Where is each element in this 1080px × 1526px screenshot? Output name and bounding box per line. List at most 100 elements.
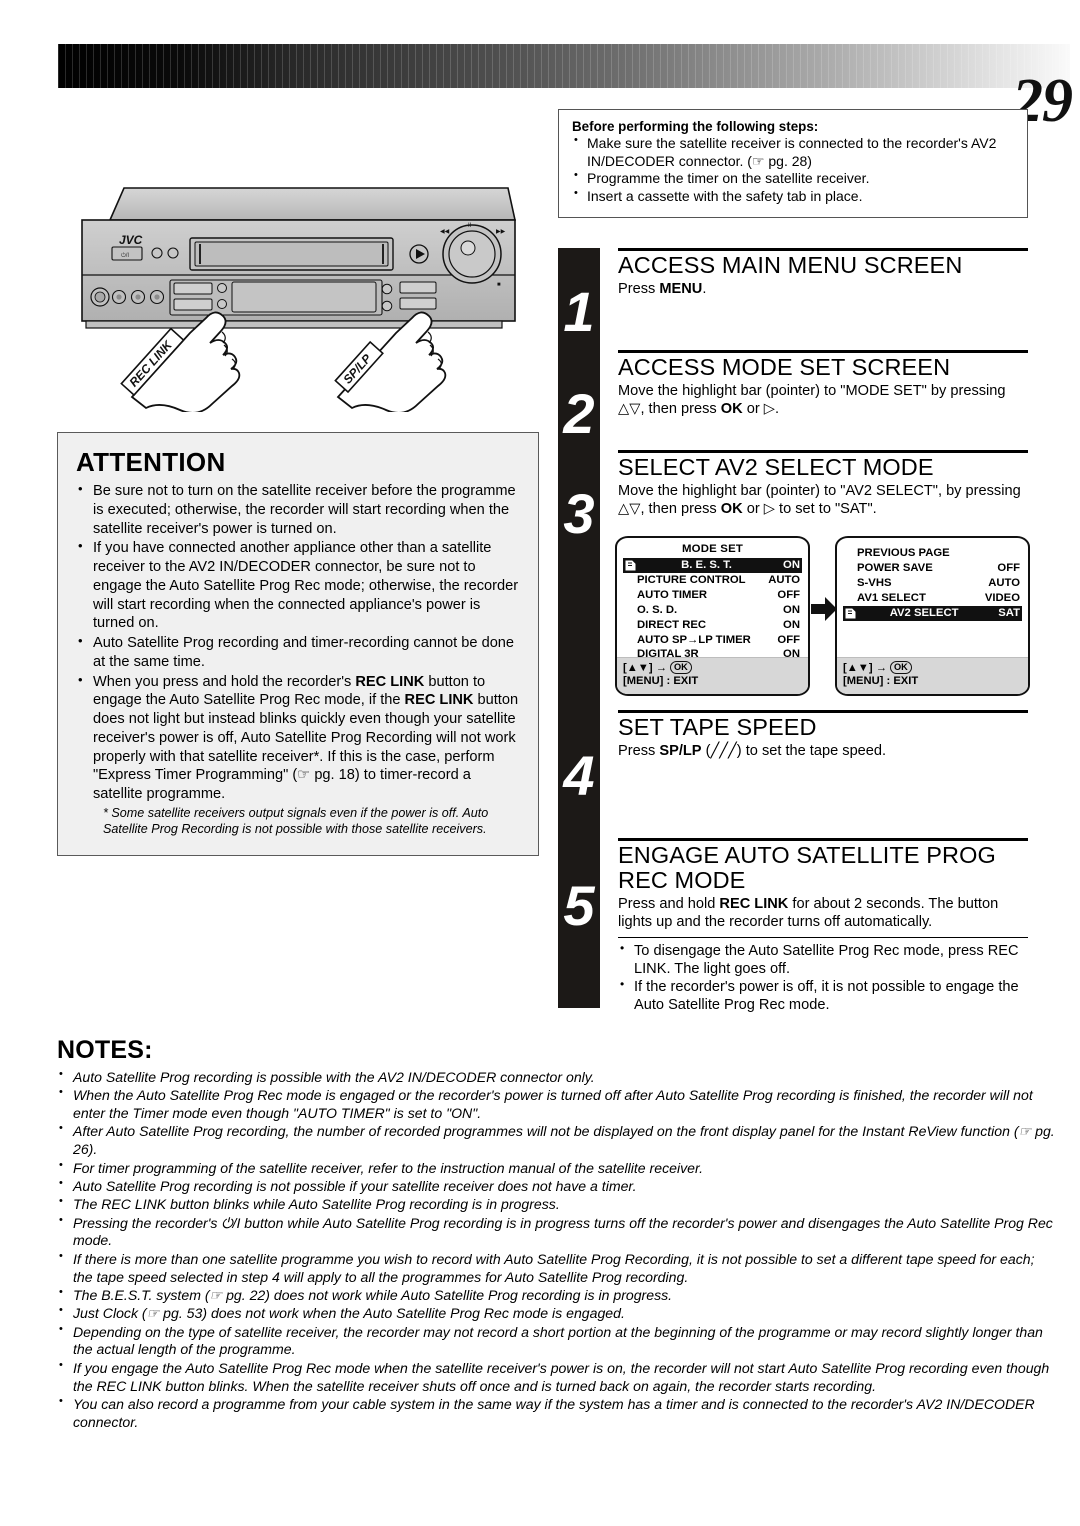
step-4-rule [618, 710, 1028, 713]
before-steps-title: Before performing the following steps: [572, 119, 819, 134]
svg-text:⏻/I: ⏻/I [121, 252, 129, 259]
step-4-desc-pre: Press [618, 742, 660, 759]
attention-list: Be sure not to turn on the satellite rec… [76, 481, 522, 838]
list-item: Pressing the recorder's ⏻/I button while… [57, 1214, 1057, 1251]
osd-value: ON [783, 559, 800, 571]
osd-row-picture-control[interactable]: PICTURE CONTROL AUTO [623, 573, 802, 588]
osd-left-title: MODE SET [681, 543, 744, 555]
svg-text:▶▶: ▶▶ [496, 229, 506, 235]
step-1-desc-bold: MENU [659, 280, 703, 297]
step-5-subrule [618, 936, 1028, 938]
list-item: For timer programming of the satellite r… [57, 1159, 1057, 1178]
osd-screens: MODE SET B. E. S. T. ON PICTURE CONTROL … [615, 536, 1030, 696]
step-1-desc-post: . [702, 280, 707, 297]
list-item: Auto Satellite Prog recording is not pos… [57, 1177, 1057, 1196]
osd-label: O. S. D. [637, 603, 678, 616]
svg-text:II: II [468, 223, 472, 229]
step-3-desc-bold: OK [720, 500, 743, 517]
header-stripes [58, 44, 1070, 88]
step-2-desc-pre: Move the highlight bar (pointer) to "MOD… [618, 382, 1006, 417]
flow-arrow-icon [811, 596, 837, 627]
list-item-rec-link: When you press and hold the recorder's R… [76, 671, 522, 838]
osd-row-av2-select[interactable]: AV2 SELECT SAT [843, 605, 1022, 621]
list-item: If the recorder's power is off, it is no… [618, 977, 1028, 1014]
step-4-title: SET TAPE SPEED [618, 714, 817, 740]
list-item: Auto Satellite Prog recording and timer-… [76, 633, 522, 672]
step-3-rule [618, 450, 1028, 453]
attention-title: ATTENTION [76, 447, 226, 477]
step-5-desc: Press and hold REC LINK for about 2 seco… [618, 896, 1028, 932]
svg-text:◀◀: ◀◀ [440, 229, 450, 235]
osd-foot-prefix: [▲▼] → [623, 661, 671, 674]
step-number-1: 1 [563, 280, 595, 343]
step-3-desc: Move the highlight bar (pointer) to "AV2… [618, 483, 1028, 519]
list-item: Depending on the type of satellite recei… [57, 1323, 1057, 1360]
osd-foot-prefix: [▲▼] → [843, 661, 891, 674]
step-number-2: 2 [563, 382, 595, 445]
list-item: The B.E.S.T. system (☞ pg. 22) does not … [57, 1286, 1057, 1305]
list-item: Auto Satellite Prog recording is possibl… [57, 1068, 1057, 1087]
step-number-5: 5 [563, 874, 595, 937]
svg-text:■: ■ [497, 282, 501, 288]
osd-label: AV1 SELECT [857, 591, 926, 604]
list-item: You can also record a programme from you… [57, 1395, 1057, 1432]
osd-value: AUTO [988, 576, 1020, 589]
osd-left-foot-line2: [MENU] : EXIT [623, 675, 699, 688]
osd-row-auto-sp-lp-timer[interactable]: AUTO SP→LP TIMER OFF [623, 633, 802, 648]
osd-row-power-save[interactable]: POWER SAVE OFF [843, 561, 1022, 576]
step-4-desc: Press SP/LP (╱╱╱) to set the tape speed. [618, 743, 1028, 761]
osd-value: ON [783, 618, 800, 631]
osd-label: AUTO SP→LP TIMER [637, 633, 751, 646]
osd-row-direct-rec[interactable]: DIRECT REC ON [623, 618, 802, 633]
osd-value: VIDEO [984, 591, 1020, 604]
osd-right-title [837, 538, 1028, 546]
osd-mode-set-page2-screen: PREVIOUS PAGE POWER SAVE OFF S-VHS AUTO … [835, 536, 1030, 696]
osd-label: S-VHS [857, 576, 892, 589]
osd-label: PICTURE CONTROL [637, 573, 746, 586]
osd-row-s-vhs[interactable]: S-VHS AUTO [843, 576, 1022, 591]
vcr-front-panel-drawing: JVC ⏻/I II ◀◀ ▶▶ ■ REC LINK SP/LP [81, 187, 516, 412]
step-5-bullets: To disengage the Auto Satellite Prog Rec… [618, 941, 1028, 1015]
step-4: SET TAPE SPEED Press SP/LP (╱╱╱) to set … [618, 710, 1028, 838]
step-5-title: ENGAGE AUTO SATELLITE PROG REC MODE [618, 842, 996, 893]
ok-button-glyph: OK [890, 660, 912, 675]
step-2-desc: Move the highlight bar (pointer) to "MOD… [618, 383, 1028, 419]
step-2-desc-bold: OK [720, 400, 743, 417]
step-5-desc-bold: REC LINK [719, 895, 789, 912]
osd-row-av1-select[interactable]: AV1 SELECT VIDEO [843, 591, 1022, 606]
before-steps-box: Before performing the following steps: M… [558, 109, 1028, 218]
osd-row-previous-page[interactable]: PREVIOUS PAGE [843, 546, 1022, 561]
step-number-3: 3 [563, 482, 595, 545]
step-1-desc-pre: Press [618, 280, 660, 297]
osd-label: B. E. S. T. [681, 559, 732, 571]
att-part-0: When you press and hold the recorder's [93, 673, 356, 690]
list-item: Just Clock (☞ pg. 53) does not work when… [57, 1304, 1057, 1323]
osd-label: AV2 SELECT [889, 606, 959, 619]
osd-left-foot-line1: [▲▼] → OK [623, 660, 802, 676]
attention-footnote: * Some satellite receivers output signal… [103, 805, 489, 836]
ok-button-glyph: OK [670, 660, 692, 675]
attention-box: ATTENTION Be sure not to turn on the sat… [57, 432, 539, 856]
list-item: Be sure not to turn on the satellite rec… [76, 481, 522, 538]
osd-label: AUTO TIMER [637, 588, 708, 601]
osd-row-best[interactable]: B. E. S. T. ON [623, 558, 802, 573]
list-item: To disengage the Auto Satellite Prog Rec… [618, 941, 1028, 978]
osd-right-foot-line2: [MENU] : EXIT [843, 675, 919, 688]
notes-list: Auto Satellite Prog recording is possibl… [57, 1068, 1057, 1432]
osd-label: DIRECT REC [637, 618, 707, 631]
list-item: If you engage the Auto Satellite Prog Re… [57, 1359, 1057, 1396]
step-2-title: ACCESS MODE SET SCREEN [618, 354, 951, 380]
osd-value: OFF [777, 633, 800, 646]
list-item: When the Auto Satellite Prog Rec mode is… [57, 1086, 1057, 1123]
jvc-logo-text: JVC [119, 233, 143, 247]
osd-row-auto-timer[interactable]: AUTO TIMER OFF [623, 588, 802, 603]
notes-title: NOTES: [57, 1036, 153, 1064]
osd-value: ON [783, 603, 800, 616]
step-5: ENGAGE AUTO SATELLITE PROG REC MODE Pres… [618, 838, 1028, 1015]
page-header-band: 29 [58, 44, 1073, 132]
step-2: ACCESS MODE SET SCREEN Move the highligh… [618, 350, 1028, 450]
osd-row-osd[interactable]: O. S. D. ON [623, 603, 802, 618]
list-item: Insert a cassette with the safety tab in… [572, 187, 1015, 206]
osd-value: OFF [997, 561, 1020, 574]
list-item: Programme the timer on the satellite rec… [572, 169, 1015, 188]
